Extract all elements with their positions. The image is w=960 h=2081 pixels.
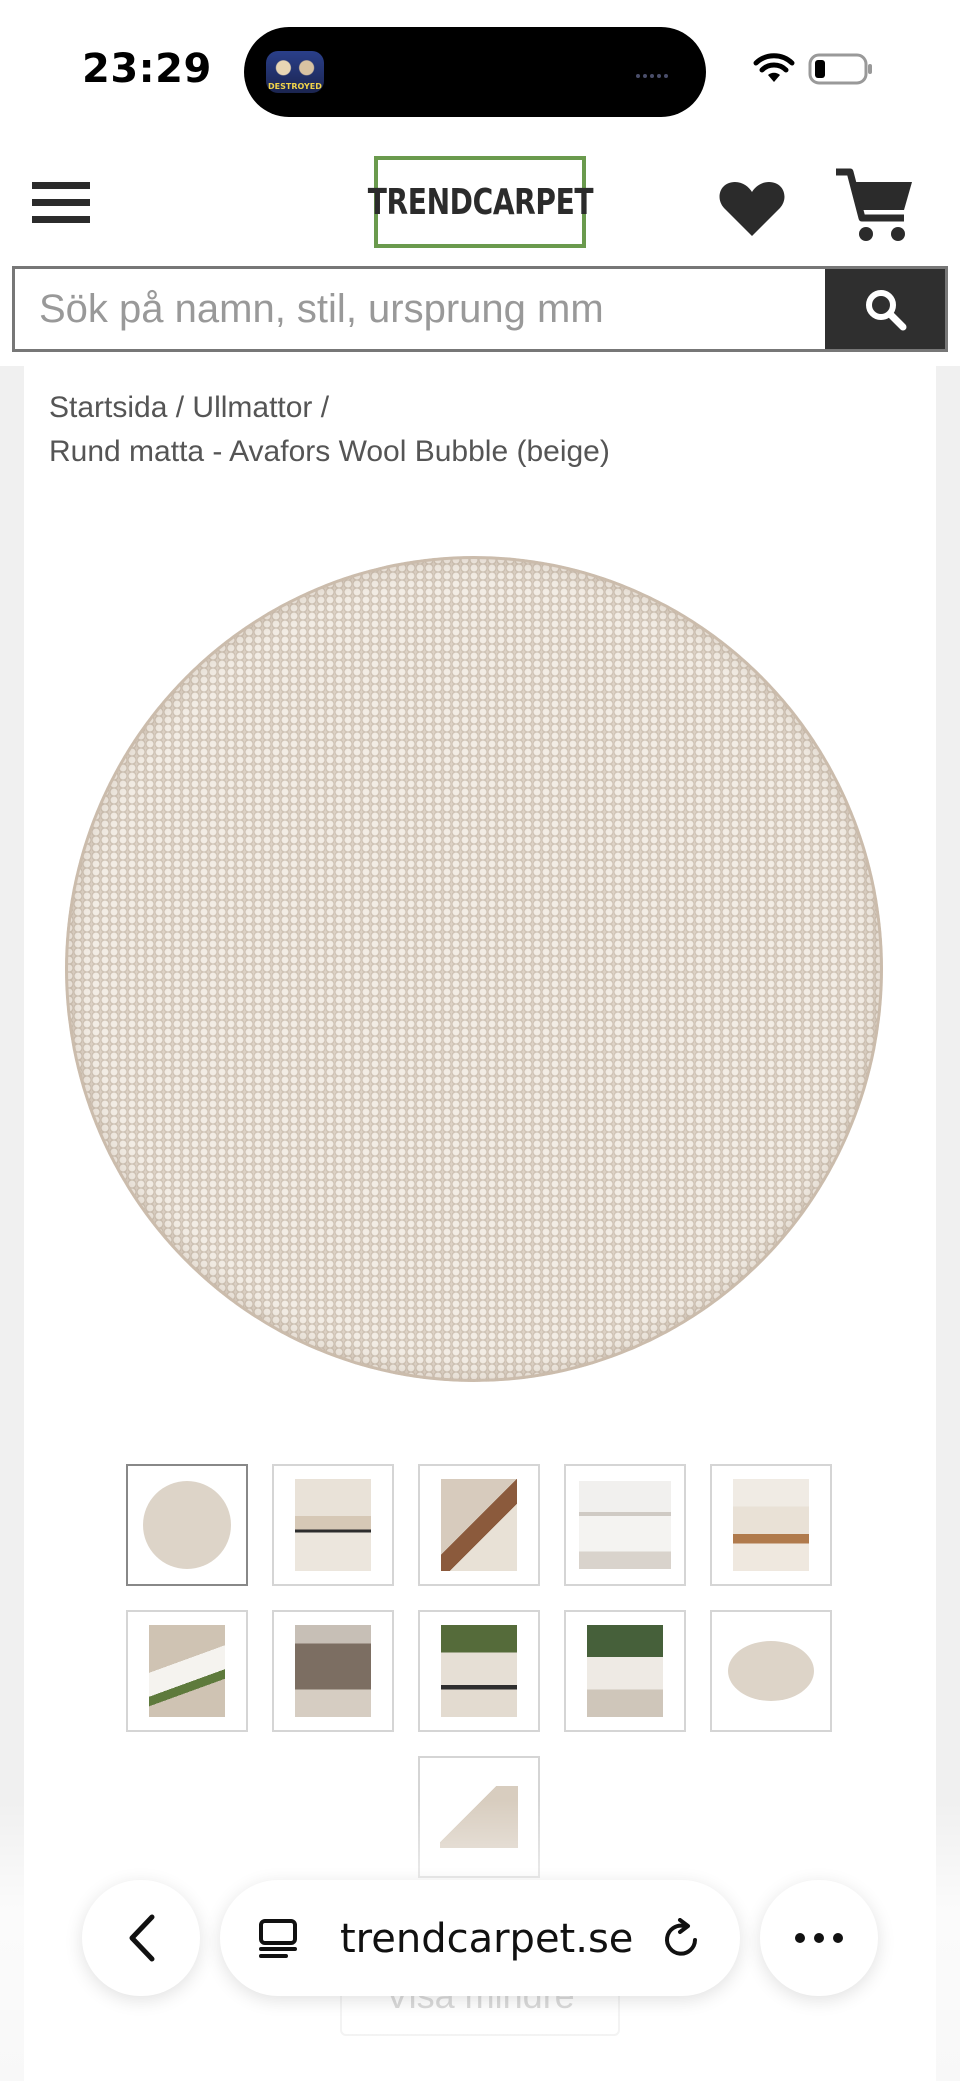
thumbnail-rug-corner[interactable] xyxy=(418,1464,540,1586)
breadcrumb-separator: / xyxy=(167,391,193,424)
browser-back-button[interactable] xyxy=(82,1880,200,1996)
thumbnail-sofa-plants[interactable] xyxy=(418,1610,540,1732)
url-text: trendcarpet.se xyxy=(340,1916,634,1962)
search-input[interactable] xyxy=(15,269,827,349)
breadcrumb-home[interactable]: Startsida xyxy=(49,391,167,424)
breadcrumb-separator: / xyxy=(312,391,330,424)
thumbnail-round-rug[interactable] xyxy=(126,1464,248,1586)
wifi-icon xyxy=(753,53,795,82)
thumbnail-stool-room[interactable] xyxy=(710,1464,832,1586)
thumbnail-window-plant[interactable] xyxy=(564,1610,686,1732)
main-product-image[interactable] xyxy=(64,556,884,1382)
thumbnail-living-room[interactable] xyxy=(272,1464,394,1586)
thumbnail-oval-rug[interactable] xyxy=(710,1610,832,1732)
search-button[interactable] xyxy=(825,269,945,349)
battery-icon xyxy=(808,53,872,85)
living-room-thumb-icon xyxy=(295,1479,371,1571)
thumbnail-rug-detail[interactable] xyxy=(418,1756,540,1878)
thumbnail-plant-closeup[interactable] xyxy=(126,1610,248,1732)
round-rug-thumb-icon xyxy=(143,1481,231,1569)
status-time: 23:29 xyxy=(82,46,212,92)
window-plant-thumb-icon xyxy=(587,1625,663,1717)
breadcrumb-category[interactable]: Ullmattor xyxy=(192,391,312,424)
thumbnail-console-room[interactable] xyxy=(564,1464,686,1586)
thumbnail-text: DESTROYED xyxy=(268,82,322,91)
more-options-icon xyxy=(795,1933,843,1943)
search-icon xyxy=(866,290,907,331)
breadcrumb-current: Rund matta - Avafors Wool Bubble (beige) xyxy=(49,435,610,468)
site-header: TRENDCARPET xyxy=(0,140,960,264)
rug-corner-thumb-icon xyxy=(441,1479,517,1571)
hamburger-menu-icon[interactable] xyxy=(30,180,92,226)
armchair-thumb-icon xyxy=(295,1625,371,1717)
plant-closeup-thumb-icon xyxy=(149,1625,225,1717)
logo-text: TRENDCARPET xyxy=(367,181,593,223)
search-bar xyxy=(12,266,948,352)
sofa-plants-thumb-icon xyxy=(441,1625,517,1717)
page-menu-icon xyxy=(259,1919,297,1958)
now-playing-thumbnail: DESTROYED xyxy=(266,51,324,93)
breadcrumb: Startsida / Ullmattor / Rund matta - Ava… xyxy=(49,386,909,474)
round-rug-image xyxy=(65,556,883,1382)
dynamic-island: DESTROYED xyxy=(244,27,706,117)
stool-room-thumb-icon xyxy=(733,1479,809,1571)
reload-icon[interactable] xyxy=(662,1918,702,1960)
address-bar[interactable]: trendcarpet.se xyxy=(220,1880,740,1996)
chevron-left-icon xyxy=(129,1914,155,1962)
console-room-thumb-icon xyxy=(579,1481,671,1569)
oval-rug-thumb-icon xyxy=(728,1641,814,1701)
product-content: Startsida / Ullmattor / Rund matta - Ava… xyxy=(24,366,936,2081)
cart-icon[interactable] xyxy=(834,166,914,246)
rug-detail-thumb-icon xyxy=(440,1786,518,1848)
thumbnail-armchair[interactable] xyxy=(272,1610,394,1732)
status-bar: 23:29 DESTROYED xyxy=(0,0,960,140)
site-logo[interactable]: TRENDCARPET xyxy=(367,156,593,248)
audio-wave-icon xyxy=(636,65,682,78)
wishlist-heart-icon[interactable] xyxy=(718,178,786,238)
browser-more-button[interactable] xyxy=(760,1880,878,1996)
